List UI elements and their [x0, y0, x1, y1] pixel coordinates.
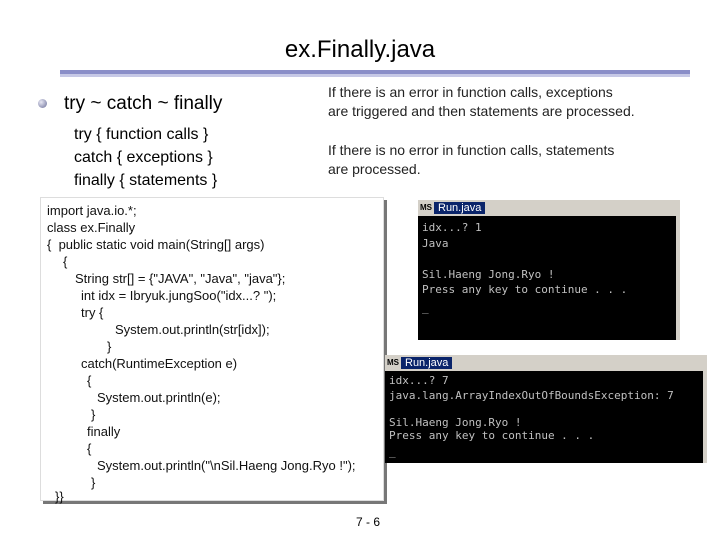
code-line: String str[] = {"JAVA", "Java", "java"}; [75, 271, 286, 286]
console-line: idx...? 1 [422, 221, 482, 234]
console-titlebar: MS Run.java [418, 200, 680, 216]
code-line: int idx = Ibryuk.jungSoo("idx...? "); [81, 288, 277, 303]
console-scrollbar[interactable] [676, 216, 680, 340]
title-underline [60, 70, 690, 77]
ms-dos-icon: MS [387, 358, 399, 367]
note-error: If there is an error in function calls, … [328, 83, 635, 121]
code-line: { [63, 254, 68, 269]
console-window-exception: MS Run.java idx...? 7 java.lang.ArrayInde… [385, 355, 707, 463]
console-line: Press any key to continue . . . [389, 429, 595, 442]
console-line: Press any key to continue . . . [422, 283, 628, 296]
code-line: System.out.println(e); [97, 390, 221, 405]
sub-line-finally: finally { statements } [74, 172, 218, 189]
code-line: try { [81, 305, 104, 320]
ms-dos-icon: MS [420, 203, 432, 212]
code-line: { public static void main(String[] args) [47, 237, 265, 252]
console-cursor: _ [422, 301, 429, 314]
note-error-line-2: are triggered and then statements are pr… [328, 103, 635, 119]
code-line: catch(RuntimeException e) [81, 356, 238, 371]
console-window-valid-index: MS Run.java idx...? 1 Java Sil.Haeng Jong… [418, 200, 680, 340]
code-line: import java.io.*; [47, 203, 137, 218]
sub-bullet-list: try { function calls } catch { exception… [74, 123, 217, 192]
console-scrollbar[interactable] [703, 371, 707, 463]
console-title: Run.java [401, 357, 453, 369]
code-line: class ex.Finally [47, 220, 136, 235]
console-cursor: _ [389, 445, 396, 458]
console-titlebar: MS Run.java [385, 355, 707, 371]
section-heading: try ~ catch ~ finally [64, 93, 223, 114]
code-line: { [87, 373, 92, 388]
code-line: } [91, 475, 96, 490]
code-listing: import java.io.*; class ex.Finally { pub… [40, 197, 384, 504]
sub-line-try: try { function calls } [74, 126, 209, 143]
console-line: Sil.Haeng Jong.Ryo ! [389, 416, 522, 429]
console-line: Java [422, 237, 449, 250]
title-underline-light [60, 74, 690, 77]
console-line: idx...? 7 [389, 374, 449, 387]
code-line: } [107, 339, 112, 354]
code-line: { [87, 441, 92, 456]
code-line: System.out.println(str[idx]); [115, 322, 270, 337]
console-line: java.lang.ArrayIndexOutOfBoundsException… [389, 389, 674, 402]
code-line: System.out.println("\nSil.Haeng Jong.Ryo… [97, 458, 356, 473]
code-line: }} [55, 489, 64, 504]
note-error-line-1: If there is an error in function calls, … [328, 84, 613, 100]
code-line: finally [87, 424, 121, 439]
sub-line-catch: catch { exceptions } [74, 149, 213, 166]
console-title: Run.java [434, 202, 486, 214]
console-line: Sil.Haeng Jong.Ryo ! [422, 268, 555, 281]
note-no-error-line-2: are processed. [328, 161, 421, 177]
note-no-error: If there is no error in function calls, … [328, 141, 614, 179]
bullet-icon [38, 99, 47, 108]
slide-title: ex.Finally.java [284, 36, 436, 63]
page-number: 7 - 6 [356, 515, 381, 529]
note-no-error-line-1: If there is no error in function calls, … [328, 142, 615, 158]
code-line: } [91, 407, 96, 422]
